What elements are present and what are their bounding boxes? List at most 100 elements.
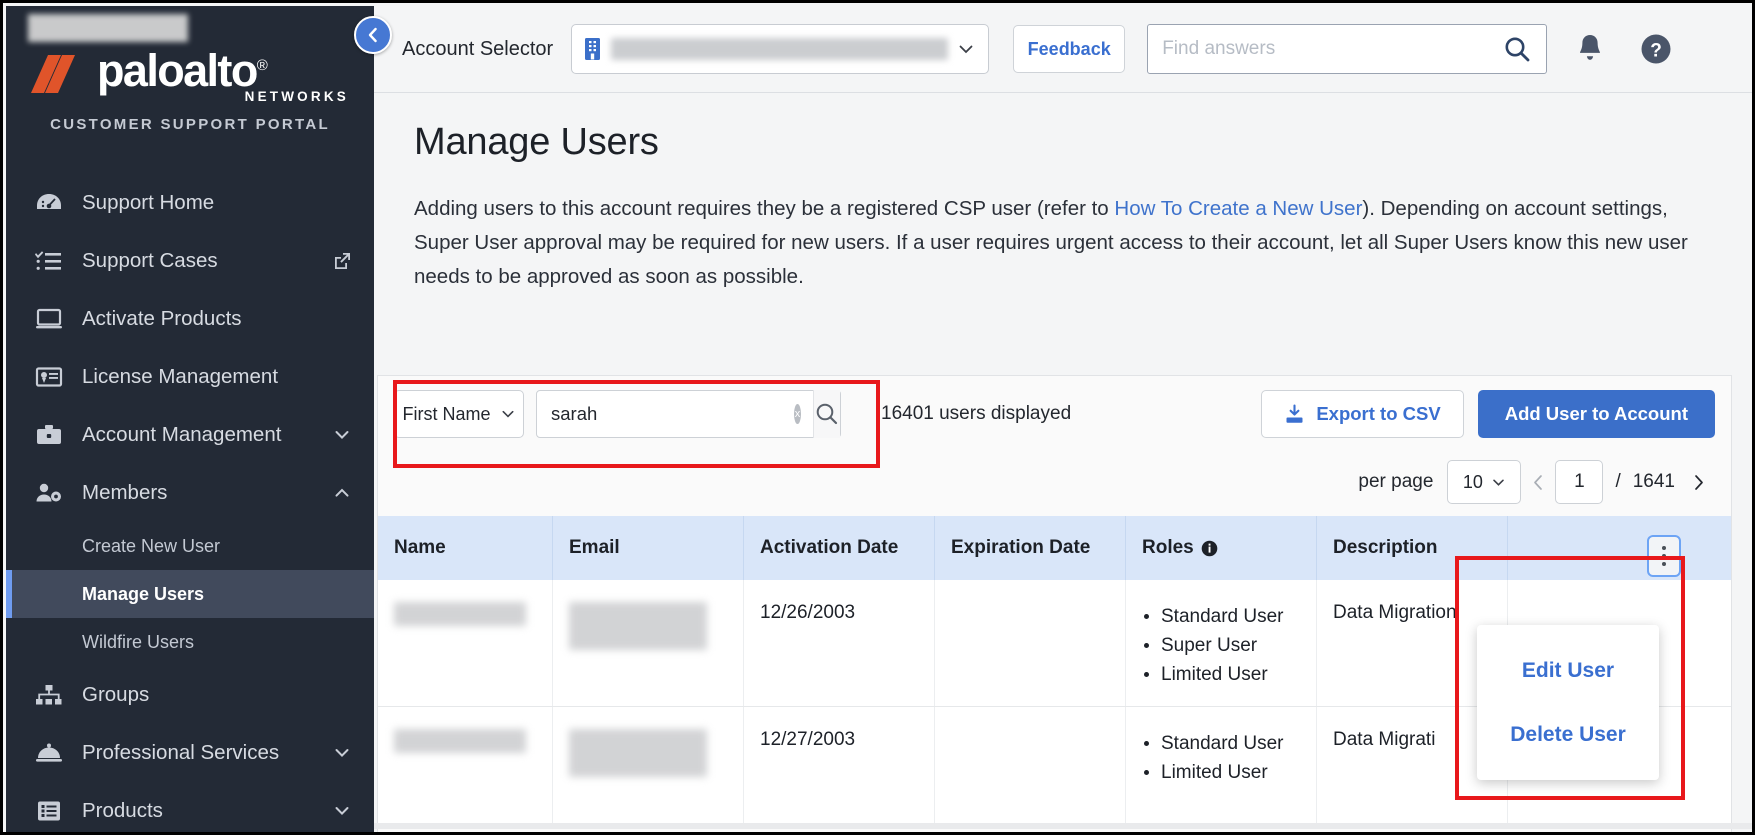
roles-list: Standard User Limited User: [1142, 729, 1316, 787]
how-to-create-new-user-link[interactable]: How To Create a New User: [1114, 197, 1362, 220]
sidebar-item-license-management[interactable]: License Management: [6, 348, 374, 406]
external-link-icon: [332, 251, 352, 271]
filter-search-button[interactable]: [813, 390, 840, 438]
sidebar-item-label: Activate Products: [82, 307, 352, 331]
page-title: Manage Users: [414, 121, 1731, 164]
filter-search-input[interactable]: [537, 403, 794, 425]
redacted-account-banner: [28, 14, 188, 42]
registered-mark: ®: [257, 57, 268, 74]
column-header-name[interactable]: Name: [378, 516, 553, 580]
sidebar-item-wildfire-users[interactable]: Wildfire Users: [6, 618, 374, 666]
add-user-label: Add User to Account: [1505, 403, 1688, 425]
clear-input-icon[interactable]: x: [794, 404, 801, 424]
users-count-label: 16401 users displayed: [881, 403, 1071, 425]
chevron-down-icon: [332, 743, 352, 763]
sidebar-item-create-new-user[interactable]: Create New User: [6, 522, 374, 570]
filter-field-select[interactable]: First Name: [394, 390, 524, 438]
sidebar-item-support-home[interactable]: Support Home: [6, 174, 374, 232]
org-chart-icon: [32, 681, 66, 709]
feedback-button-label: Feedback: [1028, 39, 1111, 60]
sidebar-item-activate-products[interactable]: Activate Products: [6, 290, 374, 348]
header-bar: Account Selector Feedback: [374, 6, 1755, 93]
brand-name: paloalto: [97, 45, 257, 96]
brand-subtitle: CUSTOMER SUPPORT PORTAL: [50, 116, 330, 133]
filter-field-value: First Name: [402, 404, 490, 425]
per-page-select[interactable]: 10: [1447, 460, 1521, 504]
help-button[interactable]: ?: [1633, 26, 1679, 72]
chevron-left-icon: [364, 26, 382, 44]
notifications-button[interactable]: [1567, 26, 1613, 72]
description-part-1: Adding users to this account requires th…: [414, 197, 1114, 220]
role-item: Super User: [1142, 631, 1316, 660]
global-search-box[interactable]: [1147, 24, 1547, 74]
current-page-input[interactable]: 1: [1555, 460, 1603, 504]
column-header-roles[interactable]: Roles: [1126, 516, 1317, 580]
current-page-value: 1: [1574, 471, 1585, 493]
sidebar-subitem-label: Wildfire Users: [82, 632, 194, 653]
total-pages-label: 1641: [1633, 471, 1675, 493]
sidebar-item-label: Account Management: [82, 423, 332, 447]
redacted-email: [569, 729, 707, 777]
account-selector-value: [611, 38, 948, 60]
bell-icon: [1575, 33, 1605, 65]
sidebar-item-groups[interactable]: Groups: [6, 666, 374, 724]
horizontal-scrollbar[interactable]: [374, 823, 1755, 829]
sidebar-item-account-management[interactable]: Account Management: [6, 406, 374, 464]
export-to-csv-button[interactable]: Export to CSV: [1261, 390, 1463, 438]
svg-text:?: ?: [1650, 41, 1662, 62]
page-description: Adding users to this account requires th…: [414, 192, 1721, 294]
cell-activation-date: 12/27/2003: [744, 707, 935, 828]
column-header-expiration-date[interactable]: Expiration Date: [935, 516, 1126, 580]
sidebar-item-products[interactable]: Products: [6, 782, 374, 835]
page-separator: /: [1615, 471, 1620, 493]
cell-name: [378, 707, 553, 828]
sidebar-item-members[interactable]: Members: [6, 464, 374, 522]
chevron-down-icon: [332, 801, 352, 821]
row-actions-menu: Edit User Delete User: [1477, 625, 1659, 780]
cell-roles: Standard User Limited User: [1126, 707, 1317, 828]
sidebar-item-label: Products: [82, 799, 332, 823]
per-page-label: per page: [1358, 471, 1433, 493]
search-icon[interactable]: [1502, 34, 1532, 64]
pagination: per page 10 1 / 1641: [1358, 460, 1715, 504]
chevron-down-icon: [332, 425, 352, 445]
account-selector-label: Account Selector: [402, 38, 553, 61]
menu-item-delete-user[interactable]: Delete User: [1510, 723, 1626, 747]
prev-page-button[interactable]: [1521, 465, 1555, 499]
monitor-icon: [32, 305, 66, 333]
column-header-email[interactable]: Email: [553, 516, 744, 580]
sidebar-item-support-cases[interactable]: Support Cases: [6, 232, 374, 290]
sidebar-item-label: License Management: [82, 365, 352, 389]
brand-name-wrap: paloalto®: [97, 44, 349, 93]
sidebar-item-label: Support Cases: [82, 249, 332, 273]
add-user-to-account-button[interactable]: Add User to Account: [1478, 390, 1715, 438]
roles-list: Standard User Super User Limited User: [1142, 602, 1316, 689]
chevron-down-icon: [956, 39, 976, 59]
filter-toolbar: First Name x 16401 users displayed: [394, 390, 1071, 438]
redacted-name: [394, 602, 526, 626]
sidebar-item-label: Support Home: [82, 191, 352, 215]
cell-email: [553, 580, 744, 706]
license-icon: [32, 363, 66, 391]
info-icon[interactable]: [1201, 540, 1218, 557]
column-header-roles-label: Roles: [1142, 537, 1194, 559]
column-header-description[interactable]: Description: [1317, 516, 1508, 580]
sidebar-item-professional-services[interactable]: Professional Services: [6, 724, 374, 782]
row-actions-kebab-menu-icon[interactable]: [1647, 535, 1681, 577]
feedback-button[interactable]: Feedback: [1013, 25, 1125, 73]
redacted-email: [569, 602, 707, 650]
cell-activation-date: 12/26/2003: [744, 580, 935, 706]
sidebar-nav: Support Home Support Cases Activate Prod…: [6, 174, 374, 835]
cell-expiration-date: [935, 707, 1126, 828]
role-item: Standard User: [1142, 602, 1316, 631]
menu-item-edit-user[interactable]: Edit User: [1522, 659, 1614, 683]
next-page-button[interactable]: [1681, 465, 1715, 499]
sidebar-item-manage-users[interactable]: Manage Users: [6, 570, 374, 618]
cell-email: [553, 707, 744, 828]
search-input[interactable]: [1162, 38, 1502, 60]
column-header-activation-date[interactable]: Activation Date: [744, 516, 935, 580]
account-selector-dropdown[interactable]: [571, 24, 989, 74]
cell-name: [378, 580, 553, 706]
sidebar-collapse-button[interactable]: [354, 16, 392, 54]
list-box-icon: [32, 797, 66, 825]
